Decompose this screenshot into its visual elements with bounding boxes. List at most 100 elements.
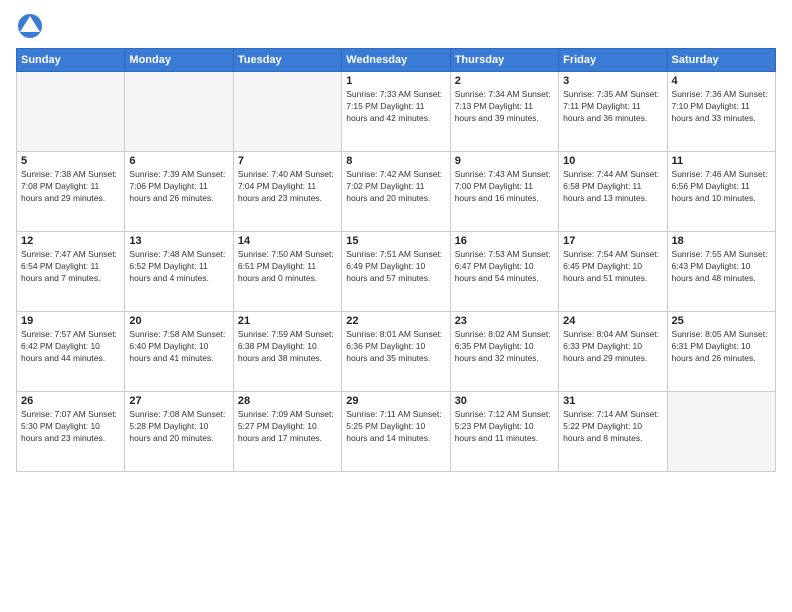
- day-info: Sunrise: 7:57 AM Sunset: 6:42 PM Dayligh…: [21, 329, 120, 365]
- calendar-cell: 30 Sunrise: 7:12 AM Sunset: 5:23 PM Dayli…: [450, 392, 558, 472]
- weekday-header-thursday: Thursday: [450, 49, 558, 72]
- day-info: Sunrise: 7:54 AM Sunset: 6:45 PM Dayligh…: [563, 249, 662, 285]
- calendar-cell: 1 Sunrise: 7:33 AM Sunset: 7:15 PM Daylig…: [342, 72, 450, 152]
- day-number: 20: [129, 315, 228, 327]
- day-number: 31: [563, 395, 662, 407]
- week-row-1: 5Sunrise: 7:38 AM Sunset: 7:08 PM Daylig…: [17, 152, 776, 232]
- day-info: Sunrise: 8:02 AM Sunset: 6:35 PM Dayligh…: [455, 329, 554, 365]
- calendar-cell: [17, 72, 125, 152]
- weekday-header-saturday: Saturday: [667, 49, 775, 72]
- day-number: 21: [238, 315, 337, 327]
- day-info: Sunrise: 7:40 AM Sunset: 7:04 PM Dayligh…: [238, 169, 337, 205]
- day-number: 10: [563, 155, 662, 167]
- calendar-cell: 20 Sunrise: 7:58 AM Sunset: 6:40 PM Dayli…: [125, 312, 233, 392]
- calendar-cell: 19 Sunrise: 7:57 AM Sunset: 6:42 PM Dayli…: [17, 312, 125, 392]
- day-info: Sunrise: 7:08 AM Sunset: 5:28 PM Dayligh…: [129, 409, 228, 445]
- weekday-header-tuesday: Tuesday: [233, 49, 341, 72]
- calendar-cell: 11 Sunrise: 7:46 AM Sunset: 6:56 PM Dayli…: [667, 152, 775, 232]
- day-info: Sunrise: 7:35 AM Sunset: 7:11 PM Dayligh…: [563, 89, 662, 125]
- calendar-cell: 16 Sunrise: 7:53 AM Sunset: 6:47 PM Dayli…: [450, 232, 558, 312]
- day-info: Sunrise: 7:39 AM Sunset: 7:06 PM Dayligh…: [129, 169, 228, 205]
- day-number: 17: [563, 235, 662, 247]
- day-info: Sunrise: 7:09 AM Sunset: 5:27 PM Dayligh…: [238, 409, 337, 445]
- day-number: 16: [455, 235, 554, 247]
- day-info: Sunrise: 7:53 AM Sunset: 6:47 PM Dayligh…: [455, 249, 554, 285]
- calendar-cell: 18 Sunrise: 7:55 AM Sunset: 6:43 PM Dayli…: [667, 232, 775, 312]
- day-number: 29: [346, 395, 445, 407]
- day-number: 26: [21, 395, 120, 407]
- calendar-cell: 21Sunrise: 7:59 AM Sunset: 6:38 PM Dayli…: [233, 312, 341, 392]
- day-info: Sunrise: 7:14 AM Sunset: 5:22 PM Dayligh…: [563, 409, 662, 445]
- day-number: 30: [455, 395, 554, 407]
- day-number: 22: [346, 315, 445, 327]
- calendar-cell: 24Sunrise: 8:04 AM Sunset: 6:33 PM Dayli…: [559, 312, 667, 392]
- day-number: 7: [238, 155, 337, 167]
- calendar-cell: 9 Sunrise: 7:43 AM Sunset: 7:00 PM Daylig…: [450, 152, 558, 232]
- day-info: Sunrise: 7:46 AM Sunset: 6:56 PM Dayligh…: [672, 169, 771, 205]
- week-row-2: 12 Sunrise: 7:47 AM Sunset: 6:54 PM Dayli…: [17, 232, 776, 312]
- day-number: 11: [672, 155, 771, 167]
- weekday-header-sunday: Sunday: [17, 49, 125, 72]
- calendar-cell: 17 Sunrise: 7:54 AM Sunset: 6:45 PM Dayli…: [559, 232, 667, 312]
- day-number: 23: [455, 315, 554, 327]
- day-info: Sunrise: 7:36 AM Sunset: 7:10 PM Dayligh…: [672, 89, 771, 125]
- calendar-cell: 28Sunrise: 7:09 AM Sunset: 5:27 PM Dayli…: [233, 392, 341, 472]
- week-row-0: 1 Sunrise: 7:33 AM Sunset: 7:15 PM Daylig…: [17, 72, 776, 152]
- calendar-cell: 23 Sunrise: 8:02 AM Sunset: 6:35 PM Dayli…: [450, 312, 558, 392]
- day-number: 25: [672, 315, 771, 327]
- calendar-cell: 25Sunrise: 8:05 AM Sunset: 6:31 PM Dayli…: [667, 312, 775, 392]
- calendar-cell: 4 Sunrise: 7:36 AM Sunset: 7:10 PM Daylig…: [667, 72, 775, 152]
- calendar-cell: 7 Sunrise: 7:40 AM Sunset: 7:04 PM Daylig…: [233, 152, 341, 232]
- day-info: Sunrise: 7:51 AM Sunset: 6:49 PM Dayligh…: [346, 249, 445, 285]
- day-number: 6: [129, 155, 228, 167]
- day-number: 3: [563, 75, 662, 87]
- day-info: Sunrise: 8:01 AM Sunset: 6:36 PM Dayligh…: [346, 329, 445, 365]
- day-info: Sunrise: 7:12 AM Sunset: 5:23 PM Dayligh…: [455, 409, 554, 445]
- day-number: 12: [21, 235, 120, 247]
- week-row-3: 19 Sunrise: 7:57 AM Sunset: 6:42 PM Dayli…: [17, 312, 776, 392]
- calendar-cell: 12 Sunrise: 7:47 AM Sunset: 6:54 PM Dayli…: [17, 232, 125, 312]
- day-info: Sunrise: 7:11 AM Sunset: 5:25 PM Dayligh…: [346, 409, 445, 445]
- calendar-table: SundayMondayTuesdayWednesdayThursdayFrid…: [16, 48, 776, 472]
- day-info: Sunrise: 7:47 AM Sunset: 6:54 PM Dayligh…: [21, 249, 120, 285]
- calendar-cell: 5Sunrise: 7:38 AM Sunset: 7:08 PM Daylig…: [17, 152, 125, 232]
- day-number: 19: [21, 315, 120, 327]
- calendar-cell: 8 Sunrise: 7:42 AM Sunset: 7:02 PM Daylig…: [342, 152, 450, 232]
- day-number: 9: [455, 155, 554, 167]
- calendar-cell: 15 Sunrise: 7:51 AM Sunset: 6:49 PM Dayli…: [342, 232, 450, 312]
- day-info: Sunrise: 7:50 AM Sunset: 6:51 PM Dayligh…: [238, 249, 337, 285]
- calendar-cell: [667, 392, 775, 472]
- day-number: 1: [346, 75, 445, 87]
- day-info: Sunrise: 7:07 AM Sunset: 5:30 PM Dayligh…: [21, 409, 120, 445]
- day-info: Sunrise: 7:33 AM Sunset: 7:15 PM Dayligh…: [346, 89, 445, 125]
- logo: [16, 12, 48, 40]
- calendar-cell: 13Sunrise: 7:48 AM Sunset: 6:52 PM Dayli…: [125, 232, 233, 312]
- day-number: 8: [346, 155, 445, 167]
- calendar-cell: 3 Sunrise: 7:35 AM Sunset: 7:11 PM Daylig…: [559, 72, 667, 152]
- calendar-cell: 26 Sunrise: 7:07 AM Sunset: 5:30 PM Dayli…: [17, 392, 125, 472]
- logo-icon: [16, 12, 44, 40]
- calendar-cell: 14 Sunrise: 7:50 AM Sunset: 6:51 PM Dayli…: [233, 232, 341, 312]
- calendar-cell: [125, 72, 233, 152]
- day-info: Sunrise: 7:58 AM Sunset: 6:40 PM Dayligh…: [129, 329, 228, 365]
- day-number: 18: [672, 235, 771, 247]
- day-number: 27: [129, 395, 228, 407]
- calendar-cell: 22 Sunrise: 8:01 AM Sunset: 6:36 PM Dayli…: [342, 312, 450, 392]
- day-number: 4: [672, 75, 771, 87]
- day-info: Sunrise: 7:42 AM Sunset: 7:02 PM Dayligh…: [346, 169, 445, 205]
- day-info: Sunrise: 7:48 AM Sunset: 6:52 PM Dayligh…: [129, 249, 228, 285]
- day-number: 15: [346, 235, 445, 247]
- day-info: Sunrise: 7:55 AM Sunset: 6:43 PM Dayligh…: [672, 249, 771, 285]
- calendar-cell: 27 Sunrise: 7:08 AM Sunset: 5:28 PM Dayli…: [125, 392, 233, 472]
- day-info: Sunrise: 7:44 AM Sunset: 6:58 PM Dayligh…: [563, 169, 662, 205]
- day-info: Sunrise: 7:43 AM Sunset: 7:00 PM Dayligh…: [455, 169, 554, 205]
- day-number: 5: [21, 155, 120, 167]
- calendar-cell: 31 Sunrise: 7:14 AM Sunset: 5:22 PM Dayli…: [559, 392, 667, 472]
- day-number: 14: [238, 235, 337, 247]
- header: [16, 12, 776, 40]
- calendar-cell: [233, 72, 341, 152]
- calendar-cell: 29 Sunrise: 7:11 AM Sunset: 5:25 PM Dayli…: [342, 392, 450, 472]
- weekday-header-row: SundayMondayTuesdayWednesdayThursdayFrid…: [17, 49, 776, 72]
- calendar-cell: 10 Sunrise: 7:44 AM Sunset: 6:58 PM Dayli…: [559, 152, 667, 232]
- weekday-header-friday: Friday: [559, 49, 667, 72]
